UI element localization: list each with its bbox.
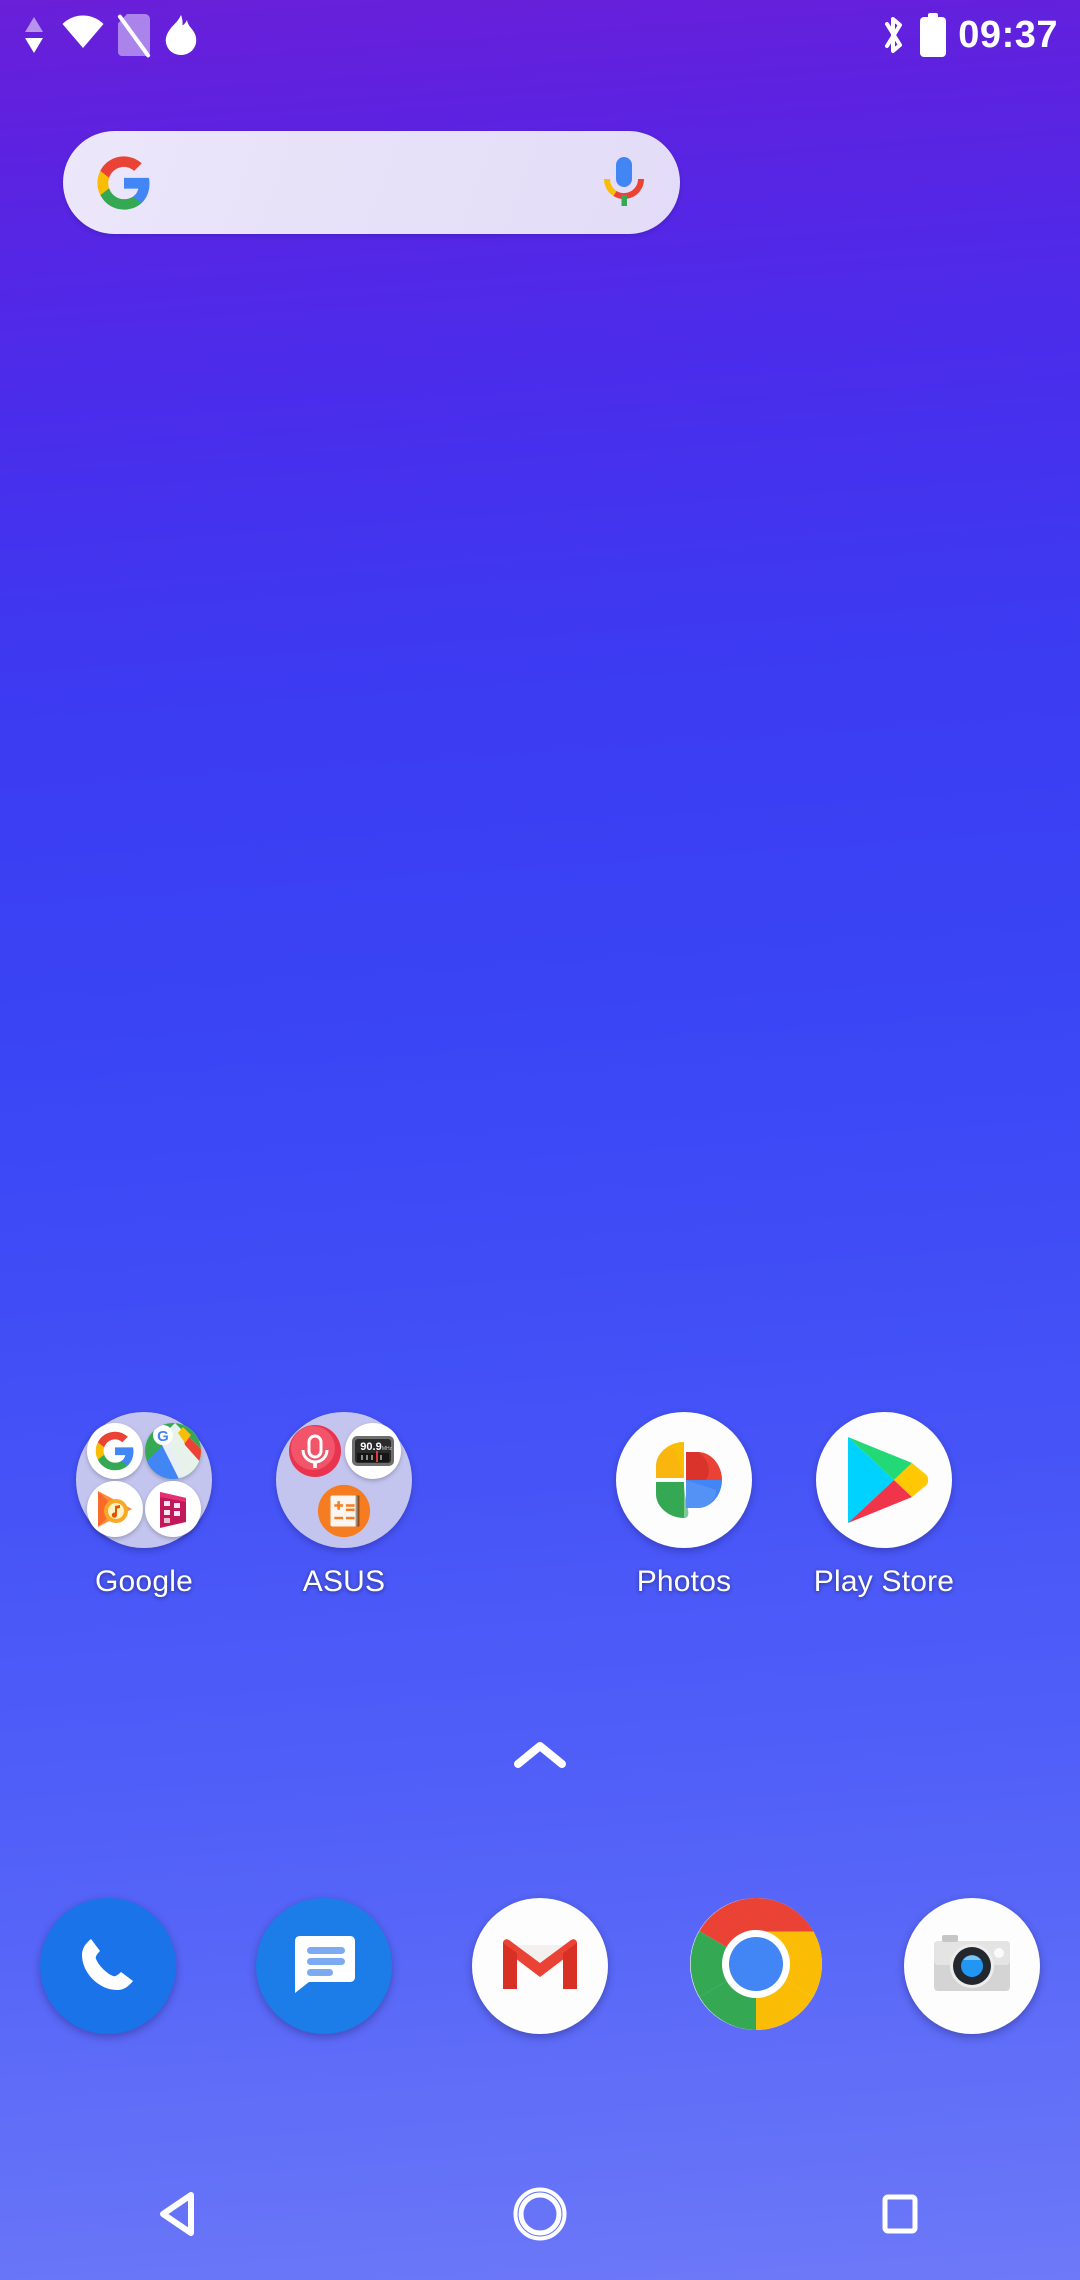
folder-mini-play-music — [87, 1481, 143, 1537]
folder-mini-calculator — [316, 1483, 372, 1539]
nav-back-button[interactable] — [110, 2152, 250, 2280]
flame-notification-icon — [164, 14, 198, 56]
status-bar-left-icons — [22, 14, 198, 56]
dock — [0, 1898, 1080, 2034]
folder-mini-google-search — [87, 1423, 143, 1479]
chrome-icon — [688, 1896, 824, 2037]
no-sim-icon — [118, 14, 150, 56]
app-cell-photos[interactable]: Photos — [584, 1412, 784, 1599]
folder-mini-maps: G — [145, 1423, 201, 1479]
google-photos-icon[interactable] — [616, 1412, 752, 1548]
bluetooth-icon — [878, 13, 908, 57]
svg-text:G: G — [157, 1428, 169, 1445]
home-screen-app-grid: G — [0, 1412, 1080, 1599]
data-transfer-icon — [22, 15, 48, 55]
google-g-icon[interactable] — [95, 154, 153, 212]
app-label-google: Google — [95, 1565, 193, 1599]
recents-square-icon — [874, 2188, 926, 2245]
messages-icon — [283, 1925, 365, 2008]
battery-icon — [920, 13, 946, 57]
dock-item-gmail[interactable] — [472, 1898, 608, 2034]
status-bar-right-icons: 09:37 — [878, 13, 1058, 57]
folder-mini-sound-recorder — [287, 1423, 343, 1479]
app-label-play-store: Play Store — [814, 1565, 954, 1599]
phone-icon — [69, 1925, 147, 2008]
camera-icon — [929, 1929, 1015, 2004]
dock-item-camera[interactable] — [904, 1898, 1040, 2034]
chevron-up-icon[interactable] — [512, 1738, 568, 1777]
svg-text:MHz: MHz — [382, 1446, 393, 1452]
status-bar-clock: 09:37 — [958, 13, 1058, 57]
folder-mini-fm-radio: 90.9 MHz — [345, 1423, 401, 1479]
back-triangle-icon — [151, 2185, 209, 2248]
dock-item-messages[interactable] — [256, 1898, 392, 2034]
nav-home-button[interactable] — [470, 2152, 610, 2280]
app-label-photos: Photos — [637, 1565, 732, 1599]
app-cell-asus-folder[interactable]: 90.9 MHz — [244, 1412, 444, 1599]
dock-item-phone[interactable] — [40, 1898, 176, 2034]
gmail-icon — [499, 1933, 581, 2000]
status-bar[interactable]: 09:37 — [0, 0, 1080, 70]
svg-text:90.9: 90.9 — [360, 1441, 381, 1453]
folder-google-icon[interactable]: G — [76, 1412, 212, 1548]
folder-asus-icon[interactable]: 90.9 MHz — [276, 1412, 412, 1548]
folder-mini-play-movies — [145, 1481, 201, 1537]
app-label-asus: ASUS — [303, 1565, 386, 1599]
nav-recents-button[interactable] — [830, 2152, 970, 2280]
app-drawer-handle[interactable] — [0, 1738, 1080, 1777]
app-cell-google-folder[interactable]: G — [44, 1412, 244, 1599]
wifi-icon — [62, 15, 104, 55]
microphone-icon[interactable] — [602, 155, 646, 211]
home-circle-icon — [511, 2185, 569, 2248]
navigation-bar — [0, 2152, 1080, 2280]
play-store-icon[interactable] — [816, 1412, 952, 1548]
app-cell-play-store[interactable]: Play Store — [784, 1412, 984, 1599]
dock-item-chrome[interactable] — [688, 1898, 824, 2034]
google-search-bar[interactable] — [63, 131, 680, 234]
